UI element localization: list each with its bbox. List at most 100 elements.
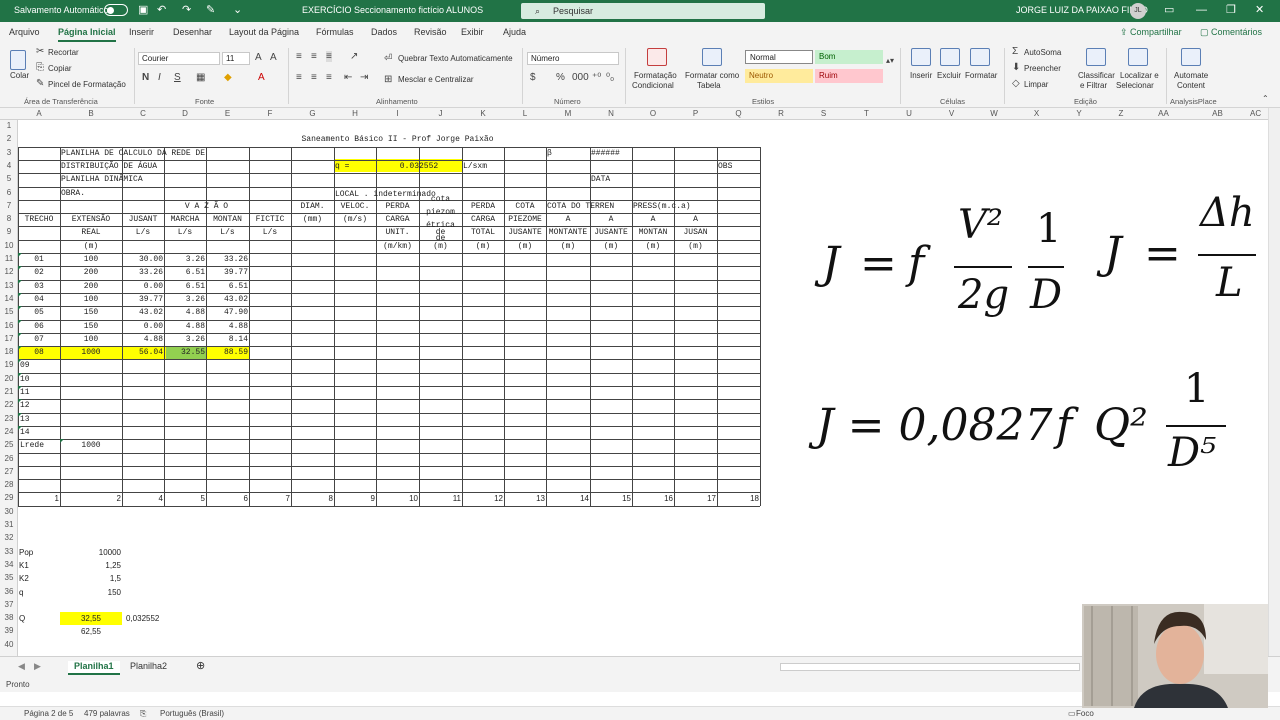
extensao-cell[interactable]: 150 (61, 320, 121, 333)
column-header[interactable]: A (18, 109, 60, 118)
font-color-icon[interactable]: A (258, 72, 265, 83)
lrede-label[interactable]: Lrede (20, 439, 60, 452)
trecho-cell[interactable]: 04 (19, 293, 59, 306)
param-value[interactable]: 1,5 (61, 572, 121, 585)
montante-flow-cell[interactable]: 33.26 (207, 253, 248, 266)
jusante-flow-cell[interactable]: 30.00 (123, 253, 163, 266)
param-value[interactable]: 1,25 (61, 559, 121, 572)
a-header[interactable]: A (633, 213, 673, 226)
param-label[interactable]: K1 (19, 559, 59, 572)
row-header[interactable]: 7 (0, 201, 18, 210)
autosave-toggle[interactable] (104, 4, 128, 16)
row-header[interactable]: 21 (0, 387, 18, 396)
format-painter-button[interactable]: Pincel de Formatação (48, 80, 126, 89)
unit-header[interactable]: L/s (207, 226, 248, 239)
cota-header[interactable]: COTA (505, 200, 545, 213)
row-header[interactable]: 22 (0, 400, 18, 409)
param-value[interactable]: 10000 (61, 546, 121, 559)
focus-icon[interactable]: ▭ (1068, 709, 1076, 718)
tab-formulas[interactable]: Fórmulas (316, 27, 354, 37)
total-header[interactable]: TOTAL (463, 226, 503, 239)
unit-header[interactable]: (m) (505, 240, 545, 253)
format-table-icon[interactable] (702, 48, 722, 66)
increase-indent-icon[interactable]: ⇥ (360, 72, 368, 83)
unit-header[interactable]: L/s (165, 226, 205, 239)
unit-header[interactable]: L/s (250, 226, 290, 239)
jusante-flow-cell[interactable]: 4.88 (123, 333, 163, 346)
row-header[interactable]: 26 (0, 454, 18, 463)
align-center-icon[interactable]: ≡ (311, 72, 317, 83)
sort-filter-label[interactable]: Classificar (1078, 71, 1115, 80)
decrease-indent-icon[interactable]: ⇤ (344, 72, 352, 83)
montan-header[interactable]: MONTAN (633, 226, 673, 239)
press-header[interactable]: PRESS(m.c.a) (633, 200, 716, 213)
header-line[interactable]: PLANILHA DE CALCULO DA REDE DE (61, 147, 248, 160)
hash-value[interactable]: ###### (591, 147, 631, 160)
row-header[interactable]: 30 (0, 507, 18, 516)
avatar[interactable]: JL (1130, 3, 1146, 19)
row-header[interactable]: 27 (0, 467, 18, 476)
file-title[interactable]: EXERCÍCIO Seccionamento fictício ALUNOS (302, 5, 483, 15)
number-format-select[interactable]: Número (527, 52, 619, 65)
column-number-cell[interactable]: 13 (505, 492, 545, 505)
marcha-header[interactable]: MARCHA (165, 213, 205, 226)
trecho-header[interactable]: TRECHO (19, 213, 59, 226)
orientation-icon[interactable]: ↗ (350, 51, 358, 62)
row-header[interactable]: 36 (0, 587, 18, 596)
perda-header[interactable]: PERDA (377, 200, 418, 213)
unit-header[interactable]: UNIT. (377, 226, 418, 239)
trecho-cell[interactable]: 14 (20, 426, 60, 439)
prev-sheet-icon[interactable]: ◀ (18, 661, 25, 672)
italic-icon[interactable]: I (158, 72, 161, 83)
param-value[interactable]: 32,55 (61, 612, 121, 625)
tab-layout[interactable]: Layout da Página (229, 27, 299, 37)
row-header[interactable]: 39 (0, 626, 18, 635)
row-header[interactable]: 13 (0, 281, 18, 290)
header-line[interactable]: DISTRIBUIÇÃO DE ÁGUA (61, 160, 248, 173)
shrink-font-icon[interactable]: A (270, 52, 277, 63)
horizontal-scrollbar[interactable] (780, 663, 1080, 671)
jusante-flow-cell[interactable]: 39.77 (123, 293, 163, 306)
tab-exibir[interactable]: Exibir (461, 27, 484, 37)
fill-color-icon[interactable]: ◆ (224, 72, 232, 83)
unit-header[interactable]: (m) (420, 240, 461, 253)
cond-format-label[interactable]: Formatação (634, 71, 677, 80)
marcha-flow-cell[interactable]: 3.26 (165, 333, 205, 346)
obs-label[interactable]: OBS (718, 160, 759, 173)
column-header[interactable]: M (546, 109, 590, 118)
cut-icon[interactable]: ✂ (36, 46, 44, 57)
wrap-text-icon[interactable]: ⏎ (384, 53, 392, 64)
column-number-cell[interactable]: 4 (123, 492, 163, 505)
unit-header[interactable]: (m/s) (335, 213, 375, 226)
header-line[interactable]: PLANILHA DINÂMICA (61, 173, 248, 186)
column-header[interactable]: Q (717, 109, 760, 118)
tab-revisao[interactable]: Revisão (414, 27, 447, 37)
automate-icon[interactable] (1181, 48, 1201, 66)
copy-icon[interactable]: ⎘ (36, 62, 44, 73)
unit-header[interactable]: L/s (123, 226, 163, 239)
increase-decimal-icon[interactable]: ⁺⁰ (592, 72, 601, 83)
param-label[interactable]: Pop (19, 546, 59, 559)
row-header[interactable]: 4 (0, 161, 18, 170)
column-header[interactable]: W (973, 109, 1015, 118)
jusan-header[interactable]: JUSAN (675, 226, 716, 239)
param-value[interactable]: 150 (61, 586, 121, 599)
proofing-icon[interactable]: ⎘ (140, 709, 146, 719)
column-number-cell[interactable]: 12 (463, 492, 503, 505)
row-header[interactable]: 5 (0, 174, 18, 183)
column-number-cell[interactable]: 11 (420, 492, 461, 505)
montante-flow-cell[interactable]: 43.02 (207, 293, 248, 306)
redo-icon[interactable]: ↷ (182, 4, 191, 16)
fill-button[interactable]: Preencher (1024, 64, 1061, 73)
customize-icon[interactable]: ⌄ (233, 4, 242, 16)
format-painter-icon[interactable]: ✎ (36, 78, 44, 89)
trecho-cell[interactable]: 01 (19, 253, 59, 266)
vertical-scrollbar[interactable] (1268, 108, 1280, 656)
trecho-cell[interactable]: 06 (19, 320, 59, 333)
tab-dados[interactable]: Dados (371, 27, 397, 37)
marcha-flow-cell[interactable]: 4.88 (165, 306, 205, 319)
ribbon-display-icon[interactable]: ▭ (1164, 4, 1174, 16)
piezome-header[interactable]: PIEZOME (505, 213, 545, 226)
q-label[interactable]: q = (335, 160, 375, 173)
column-number-cell[interactable]: 5 (165, 492, 205, 505)
